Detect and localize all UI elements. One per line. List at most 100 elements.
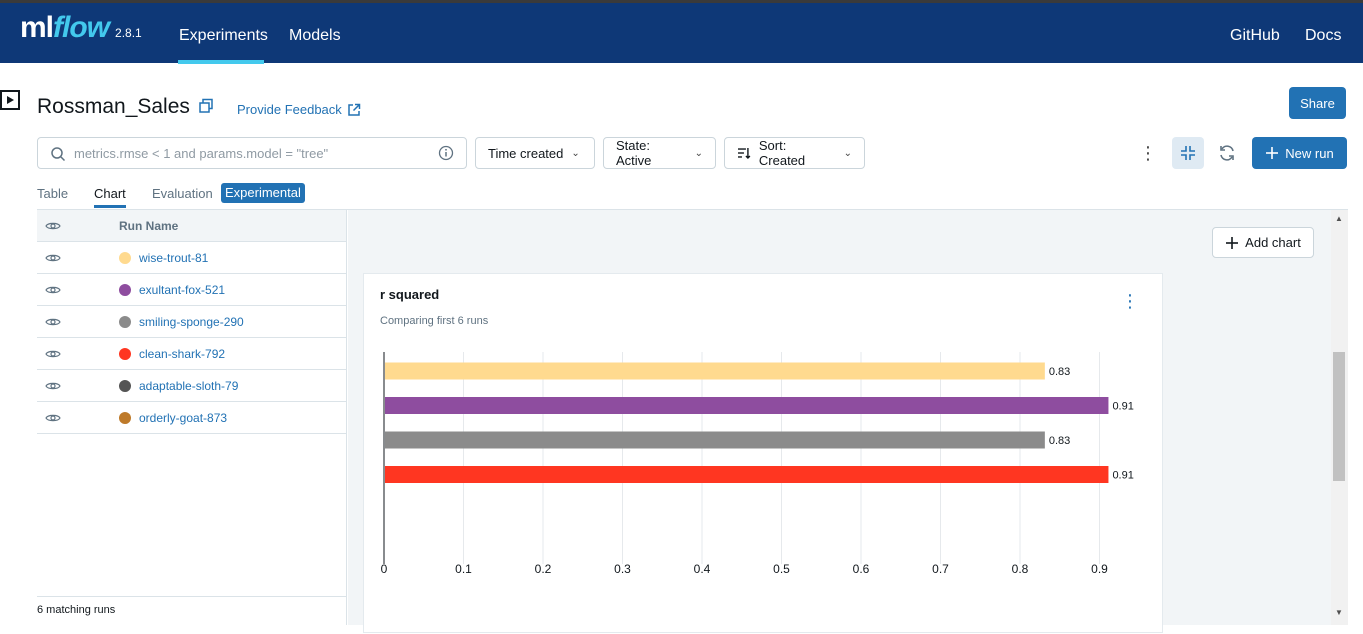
- run-name-link[interactable]: smiling-sponge-290: [139, 315, 244, 329]
- eye-icon[interactable]: [45, 221, 61, 231]
- run-name-link[interactable]: adaptable-sloth-79: [139, 379, 238, 393]
- chart-title: r squared: [380, 287, 440, 302]
- state-label: State: Active: [616, 138, 652, 168]
- nav-github[interactable]: GitHub: [1230, 27, 1280, 45]
- add-chart-label: Add chart: [1245, 235, 1301, 250]
- chart-menu-icon[interactable]: ⋮: [1121, 291, 1139, 312]
- x-tick-label: 0.1: [455, 562, 472, 576]
- share-button[interactable]: Share: [1289, 87, 1346, 119]
- sort-icon: [737, 148, 751, 159]
- state-dropdown[interactable]: State: Active ⌄: [603, 137, 716, 169]
- tab-evaluation[interactable]: Evaluation: [152, 186, 213, 201]
- time-created-dropdown[interactable]: Time created ⌄: [475, 137, 595, 169]
- bar-value-label: 0.83: [1049, 366, 1070, 378]
- external-link-icon: [348, 103, 361, 116]
- run-row[interactable]: wise-trout-81: [37, 242, 346, 274]
- eye-icon[interactable]: [45, 285, 61, 295]
- experimental-badge: Experimental: [221, 183, 305, 203]
- run-row[interactable]: orderly-goat-873: [37, 402, 346, 434]
- bar[interactable]: [385, 362, 1045, 380]
- version-label: 2.8.1: [115, 26, 142, 40]
- run-color-dot: [119, 315, 131, 328]
- search-field[interactable]: [37, 137, 467, 169]
- page-title: Rossman_Sales: [37, 95, 190, 118]
- charts-scrollbar[interactable]: ▲ ▼: [1331, 210, 1348, 625]
- run-color-dot: [119, 251, 131, 264]
- bar[interactable]: [385, 397, 1109, 414]
- eye-icon[interactable]: [45, 381, 61, 391]
- bar-chart: 0 0.1 0.2 0.3 0.4 0.5 0.6 0.7 0.8 0.9 0.83 0.91 0.83…: [381, 352, 1134, 576]
- tab-table[interactable]: Table: [37, 186, 68, 201]
- nav-models[interactable]: Models: [289, 27, 341, 45]
- feedback-label: Provide Feedback: [237, 102, 342, 117]
- run-name-link[interactable]: exultant-fox-521: [139, 283, 225, 297]
- x-tick-label: 0.6: [853, 562, 870, 576]
- x-tick-label: 0.7: [932, 562, 949, 576]
- copy-icon[interactable]: [198, 98, 214, 114]
- time-created-label: Time created: [488, 145, 564, 161]
- search-icon: [51, 147, 66, 162]
- x-tick-label: 0: [381, 562, 388, 576]
- run-color-dot: [119, 411, 131, 424]
- bar[interactable]: [385, 431, 1045, 449]
- more-options-icon[interactable]: ⋮: [1138, 143, 1158, 163]
- plus-icon: [1266, 147, 1279, 159]
- new-run-button[interactable]: New run: [1252, 137, 1347, 169]
- run-rows: wise-trout-81 exultant-fox-521 smiling-spo…: [37, 242, 346, 434]
- active-tab-indicator: [94, 205, 126, 208]
- runs-list-header: Run Name: [37, 210, 346, 242]
- run-name-link[interactable]: wise-trout-81: [139, 251, 208, 265]
- run-row[interactable]: exultant-fox-521: [37, 274, 346, 306]
- new-run-label: New run: [1285, 145, 1334, 161]
- sidebar-toggle-button[interactable]: [0, 90, 20, 110]
- runs-list-panel: Run Name wise-trout-81 exultant-fox-521 sm…: [37, 210, 347, 625]
- logo-flow-text: flow: [53, 11, 110, 44]
- add-chart-button[interactable]: Add chart: [1212, 227, 1314, 258]
- sort-dropdown[interactable]: Sort: Created ⌄: [724, 137, 865, 169]
- chevron-down-icon: ⌄: [694, 147, 703, 159]
- play-icon: [7, 96, 14, 104]
- bar-value-label: 0.91: [1112, 401, 1133, 413]
- bar[interactable]: [385, 466, 1109, 483]
- chart-subtitle: Comparing first 6 runs: [380, 315, 489, 327]
- scroll-thumb[interactable]: [1333, 352, 1345, 481]
- eye-icon[interactable]: [45, 253, 61, 263]
- run-name-link[interactable]: clean-shark-792: [139, 347, 225, 361]
- run-row[interactable]: smiling-sponge-290: [37, 306, 346, 338]
- run-color-dot: [119, 379, 131, 392]
- charts-area: Add chart 0 0.1 0.2 0.3 0.4 0.5 0.6 0.7 0.8 0.9 0.…: [348, 210, 1331, 633]
- tab-chart[interactable]: Chart: [94, 186, 126, 201]
- chevron-down-icon: ⌄: [843, 147, 852, 159]
- nav-experiments[interactable]: Experiments: [179, 27, 268, 45]
- x-tick-label: 0.8: [1012, 562, 1029, 576]
- x-tick-label: 0.3: [614, 562, 631, 576]
- nav-docs[interactable]: Docs: [1305, 27, 1341, 45]
- chevron-down-icon: ⌄: [571, 147, 580, 159]
- provide-feedback-link[interactable]: Provide Feedback: [237, 102, 361, 117]
- run-color-dot: [119, 347, 131, 360]
- bar-value-label: 0.91: [1112, 470, 1133, 482]
- search-input[interactable]: [74, 145, 424, 161]
- chart-card: 0 0.1 0.2 0.3 0.4 0.5 0.6 0.7 0.8 0.9 0.83 0.91 0.83…: [363, 273, 1163, 633]
- scroll-down-arrow-icon[interactable]: ▼: [1335, 608, 1343, 617]
- collapse-icon: [1181, 146, 1195, 160]
- nav-active-indicator: [178, 60, 264, 64]
- info-icon[interactable]: [438, 145, 454, 161]
- matching-runs-count: 6 matching runs: [37, 596, 347, 616]
- run-row[interactable]: clean-shark-792: [37, 338, 346, 370]
- scroll-up-arrow-icon[interactable]: ▲: [1335, 214, 1343, 223]
- run-color-dot: [119, 283, 131, 296]
- run-name-column-header: Run Name: [119, 218, 179, 233]
- eye-icon[interactable]: [45, 317, 61, 327]
- plus-icon: [1226, 236, 1239, 249]
- eye-icon[interactable]: [45, 413, 61, 423]
- refresh-icon[interactable]: [1217, 143, 1237, 163]
- x-tick-label: 0.5: [773, 562, 790, 576]
- run-name-link[interactable]: orderly-goat-873: [139, 411, 227, 425]
- x-tick-label: 0.2: [535, 562, 552, 576]
- sort-label: Sort: Created: [758, 138, 806, 168]
- mlflow-logo[interactable]: ml flow 2.8.1: [20, 11, 142, 55]
- compact-view-button[interactable]: [1172, 137, 1204, 169]
- run-row[interactable]: adaptable-sloth-79: [37, 370, 346, 402]
- eye-icon[interactable]: [45, 349, 61, 359]
